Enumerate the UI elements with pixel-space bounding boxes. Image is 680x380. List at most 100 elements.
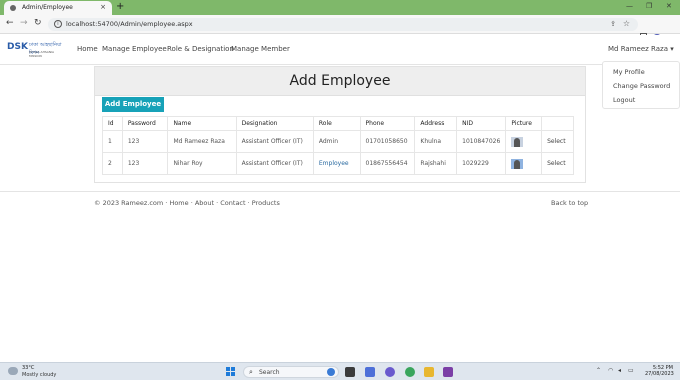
browser-tab[interactable]: Admin/Employee × <box>4 1 112 15</box>
site-info-icon[interactable]: i <box>54 20 62 28</box>
logo-mark: DSK <box>7 42 28 52</box>
add-employee-button[interactable]: Add Employee <box>102 97 164 112</box>
cell-name: Md Rameez Raza <box>167 130 237 153</box>
col-picture: Picture <box>505 116 543 131</box>
col-address: Address <box>414 116 458 131</box>
nav-home[interactable]: Home <box>77 45 98 53</box>
cell-picture <box>505 130 543 153</box>
table-header-row: Id Password Name Designation Role Phone … <box>102 116 574 131</box>
tray-chevron-icon[interactable]: ⌃ <box>596 367 601 374</box>
browser-tab-bar: Admin/Employee × + — ❐ ✕ <box>0 0 680 15</box>
cell-password: 123 <box>121 152 169 175</box>
cell-action: Select <box>541 152 574 175</box>
close-window-icon[interactable]: ✕ <box>666 2 672 10</box>
site-navbar: DSK ঢাকা আহছানিয়া মিশন DHAKA AHSANIA MI… <box>0 35 680 65</box>
footer-link-home[interactable]: Home <box>169 199 188 207</box>
tab-title: Admin/Employee <box>22 4 73 11</box>
cell-nid: 1010847026 <box>456 130 507 153</box>
share-icon[interactable]: ⇪ <box>610 20 616 28</box>
logo-subtitle: DHAKA AHSANIA MISSION <box>29 50 55 58</box>
file-explorer-icon[interactable] <box>424 367 434 377</box>
nav-manage-employee[interactable]: Manage Employee <box>102 45 167 53</box>
weather-condition[interactable]: Mostly cloudy <box>22 372 56 378</box>
footer-link-about[interactable]: About <box>195 199 214 207</box>
col-nid: NID <box>456 116 507 131</box>
terminal-icon[interactable] <box>345 367 355 377</box>
clock-date: 27/08/2023 <box>645 371 674 377</box>
footer-link-contact[interactable]: Contact <box>220 199 245 207</box>
cell-action: Select <box>541 130 574 153</box>
taskbar-search[interactable]: ⌕ Search <box>243 366 339 378</box>
footer-left: © 2023 Rameez.com · Home · About · Conta… <box>94 199 280 207</box>
col-role: Role <box>312 116 361 131</box>
taskbar: 33°C Mostly cloudy ⌕ Search ⌃ ◠ ◂ ▭ 5:52… <box>0 362 680 380</box>
battery-icon[interactable]: ▭ <box>628 367 634 374</box>
user-dropdown-menu: My Profile Change Password Logout <box>602 61 680 109</box>
visual-studio-icon[interactable] <box>443 367 453 377</box>
search-icon: ⌕ <box>249 368 253 376</box>
col-password: Password <box>121 116 169 131</box>
bookmark-star-icon[interactable]: ☆ <box>623 19 630 28</box>
employee-table: Id Password Name Designation Role Phone … <box>102 116 574 175</box>
nav-manage-member[interactable]: Manage Member <box>231 45 290 53</box>
new-tab-button[interactable]: + <box>116 1 124 12</box>
maximize-icon[interactable]: ❐ <box>646 2 652 10</box>
col-id: Id <box>102 116 123 131</box>
select-link[interactable]: Select <box>547 138 566 145</box>
chrome-icon[interactable] <box>405 367 415 377</box>
nav-role-designation[interactable]: Role & Designation <box>167 45 234 53</box>
weather-cloud-icon[interactable] <box>8 367 18 375</box>
cell-designation: Assistant Officer (IT) <box>235 152 314 175</box>
clock[interactable]: 5:52 PM 27/08/2023 <box>645 365 674 377</box>
cell-nid: 1029229 <box>456 152 507 175</box>
user-menu-toggle[interactable]: Md Rameez Raza ▾ <box>608 45 674 53</box>
favicon-icon <box>10 5 16 11</box>
tab-close-icon[interactable]: × <box>100 3 106 11</box>
reload-icon[interactable]: ↻ <box>34 18 42 28</box>
cell-address: Khulna <box>414 130 458 153</box>
site-logo[interactable]: DSK ঢাকা আহছানিয়া মিশন DHAKA AHSANIA MI… <box>7 41 67 58</box>
search-placeholder: Search <box>259 369 280 376</box>
forward-icon[interactable]: → <box>20 18 28 28</box>
menu-item-logout[interactable]: Logout <box>613 96 635 104</box>
volume-icon[interactable]: ◂ <box>618 367 621 374</box>
table-row: 1 123 Md Rameez Raza Assistant Officer (… <box>102 130 574 153</box>
back-icon[interactable]: ← <box>6 18 14 28</box>
cell-role: Employee <box>312 152 361 175</box>
start-windows-icon[interactable] <box>226 367 236 377</box>
menu-item-my-profile[interactable]: My Profile <box>613 68 645 76</box>
col-name: Name <box>167 116 237 131</box>
menu-item-change-password[interactable]: Change Password <box>613 82 670 90</box>
col-designation: Designation <box>235 116 314 131</box>
url-text[interactable]: localhost:54700/Admin/employee.aspx <box>66 20 193 28</box>
footer-divider <box>0 191 680 192</box>
page-title: Add Employee <box>289 73 391 89</box>
bing-icon[interactable] <box>327 368 335 376</box>
minimize-icon[interactable]: — <box>626 2 633 10</box>
teams-icon[interactable] <box>385 367 395 377</box>
select-link[interactable]: Select <box>547 160 566 167</box>
copyright-text: © 2023 Rameez.com · <box>94 199 168 207</box>
user-name: Md Rameez Raza <box>608 45 669 53</box>
wifi-icon[interactable]: ◠ <box>608 367 613 374</box>
cell-designation: Assistant Officer (IT) <box>235 130 314 153</box>
chat-icon[interactable] <box>365 367 375 377</box>
cell-id: 1 <box>102 130 123 153</box>
cell-address: Rajshahi <box>414 152 458 175</box>
cell-phone: 01867556454 <box>359 152 416 175</box>
weather-temp[interactable]: 33°C <box>22 365 34 371</box>
employee-card: Add Employee Add Employee Id Password Na… <box>94 66 586 183</box>
cell-id: 2 <box>102 152 123 175</box>
back-to-top-link[interactable]: Back to top <box>551 199 588 207</box>
table-row: 2 123 Nihar Roy Assistant Officer (IT) E… <box>102 152 574 175</box>
col-phone: Phone <box>359 116 416 131</box>
employee-photo <box>511 158 524 169</box>
cell-picture <box>505 152 543 175</box>
address-bar[interactable]: i localhost:54700/Admin/employee.aspx ⇪ … <box>48 18 638 31</box>
footer-link-products[interactable]: Products <box>252 199 280 207</box>
cell-name: Nihar Roy <box>167 152 237 175</box>
cell-password: 123 <box>121 130 169 153</box>
caret-down-icon: ▾ <box>670 45 674 53</box>
cell-phone: 01701058650 <box>359 130 416 153</box>
browser-toolbar: ← → ↻ i localhost:54700/Admin/employee.a… <box>0 15 680 44</box>
